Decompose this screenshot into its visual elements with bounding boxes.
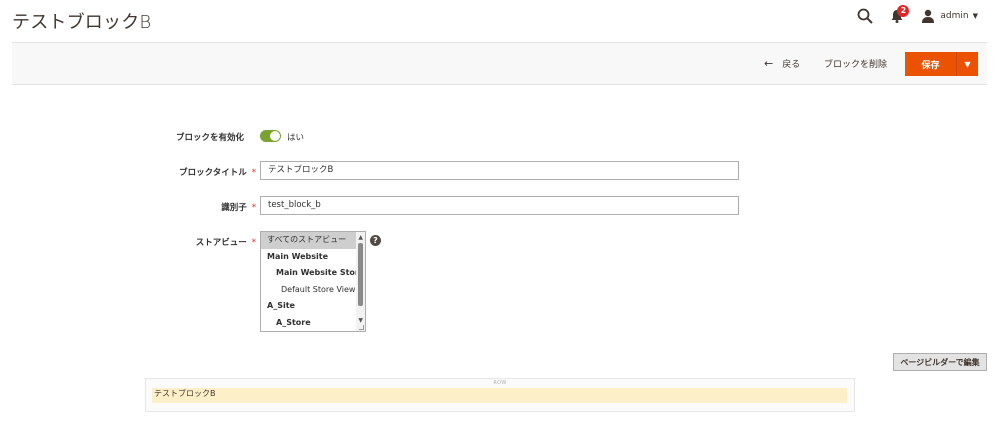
caret-down-icon: ▼ [964, 59, 971, 69]
store-view-multiselect[interactable]: すべてのストアビュー Main Website Main Website Sto… [260, 231, 366, 332]
enable-block-label-text: ブロックを有効化 [175, 133, 244, 143]
store-option-store[interactable]: Main Website Store [261, 265, 365, 282]
chevron-down-icon[interactable]: ▼ [973, 12, 978, 20]
store-option-view[interactable]: Default Store View [261, 282, 365, 299]
store-option-website[interactable]: A_Site [261, 298, 365, 315]
required-marker: * [251, 203, 256, 213]
required-marker: * [251, 168, 256, 178]
page-builder-content[interactable]: テストブロックB [152, 388, 847, 403]
page-builder-stage: ROW テストブロックB [145, 378, 855, 412]
header-actions: 2 admin ▼ [857, 5, 978, 25]
enable-block-toggle[interactable] [260, 130, 281, 142]
store-option-all[interactable]: すべてのストアビュー [261, 232, 365, 249]
page-actions-bar: ← 戻る ブロックを削除 保存 ▼ [12, 42, 987, 85]
back-button[interactable]: ← 戻る [764, 57, 800, 70]
arrow-left-icon: ← [764, 57, 774, 70]
notification-badge: 2 [897, 5, 910, 17]
help-icon[interactable]: ? [370, 235, 381, 246]
store-view-label-text: ストアビュー [195, 238, 247, 248]
scrollbar-thumb[interactable] [358, 243, 363, 306]
notifications-button[interactable]: 2 [889, 5, 910, 24]
identifier-label-text: 識別子 [221, 203, 247, 213]
save-options-toggle[interactable]: ▼ [957, 52, 978, 76]
page: テストブロックB 2 admin ▼ ← 戻る ブロックを削除 保存 ▼ ブロッ… [0, 0, 1000, 439]
toggle-knob [270, 131, 280, 141]
store-view-label: ストアビュー * [150, 236, 256, 248]
back-label: 戻る [782, 60, 801, 70]
enable-block-value: はい [287, 133, 305, 143]
user-icon[interactable] [921, 9, 935, 23]
block-title-input[interactable]: テストブロックB [260, 161, 739, 180]
enable-block-label: ブロックを有効化 [170, 131, 244, 143]
identifier-label: 識別子 * [150, 201, 256, 213]
resize-handle[interactable] [359, 325, 364, 330]
save-button[interactable]: 保存 [905, 52, 957, 76]
store-option-store[interactable]: A_Store [261, 315, 365, 332]
scroll-up-icon[interactable]: ▲ [358, 234, 363, 241]
admin-menu[interactable]: admin [940, 11, 968, 21]
block-title-label-text: ブロックタイトル [179, 168, 247, 178]
identifier-input[interactable]: test_block_b [260, 196, 739, 215]
scrollbar[interactable]: ▲ ▼ [356, 232, 365, 331]
delete-block-button[interactable]: ブロックを削除 [824, 57, 887, 70]
store-option-website[interactable]: Main Website [261, 249, 365, 266]
page-title: テストブロックB [12, 12, 152, 33]
edit-with-page-builder-button[interactable]: ページビルダーで編集 [893, 353, 987, 371]
required-marker: * [251, 238, 256, 248]
block-title-label: ブロックタイトル * [150, 166, 256, 178]
scroll-down-icon[interactable]: ▼ [358, 317, 363, 324]
search-icon[interactable] [857, 8, 874, 24]
row-label: ROW [493, 380, 507, 386]
